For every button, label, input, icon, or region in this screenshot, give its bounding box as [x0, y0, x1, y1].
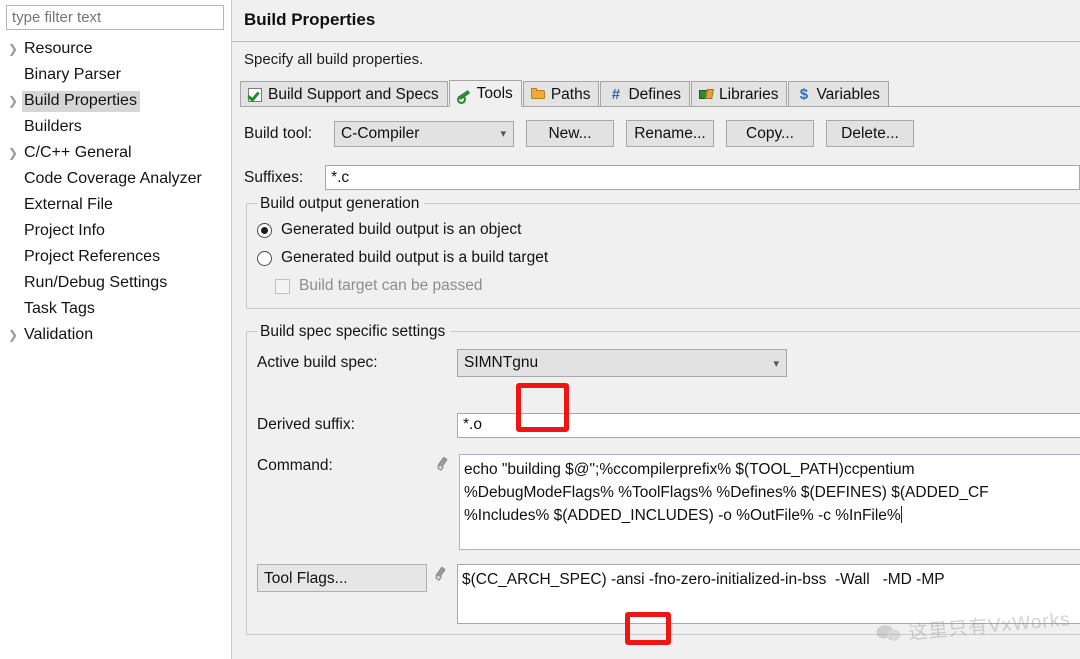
suffixes-row: Suffixes: *.c	[244, 165, 1080, 190]
text-caret	[900, 506, 902, 523]
sidebar-item-c-c-general[interactable]: ❯ C/C++ General	[2, 140, 232, 166]
dollar-icon: $	[799, 86, 809, 103]
sidebar-item-label: External File	[24, 195, 113, 213]
tab-defines[interactable]: # Defines	[600, 81, 691, 107]
active-build-spec-row: Active build spec: SIMNTgnu ▾	[257, 346, 1080, 380]
sidebar-item-label: Validation	[24, 325, 94, 343]
sidebar-item-builders[interactable]: Builders	[2, 114, 232, 140]
expand-arrow-icon[interactable]: ❯	[4, 329, 22, 341]
build-tool-label: Build tool:	[244, 124, 313, 142]
checkbox-build-target-passed: Build target can be passed	[257, 272, 1080, 300]
page-title: Build Properties	[244, 10, 376, 29]
sidebar-item-label: Resource	[24, 39, 93, 57]
pencil-icon[interactable]	[435, 564, 451, 582]
tool-flags-textarea[interactable]: $(CC_ARCH_SPEC) -ansi -fno-zero-initiali…	[457, 564, 1080, 624]
build-tool-select[interactable]: C-Compiler ▾	[334, 120, 514, 147]
tab-build-support-and-specs[interactable]: Build Support and Specs	[240, 81, 448, 107]
tab-label: Tools	[476, 84, 513, 102]
radio-output-object-label: Generated build output is an object	[281, 221, 522, 238]
wrench-icon	[457, 86, 472, 101]
tab-label: Defines	[628, 85, 682, 103]
derived-suffix-row: Derived suffix: *.o	[257, 408, 1080, 442]
tab-libraries[interactable]: Libraries	[691, 81, 788, 107]
radio-button-target-icon	[257, 250, 272, 266]
new-button[interactable]: New...	[526, 120, 614, 147]
sidebar-item-task-tags[interactable]: Task Tags	[2, 296, 232, 322]
checkbox-build-target-passed-label: Build target can be passed	[299, 277, 483, 294]
checkbox-checked-icon	[248, 87, 263, 102]
active-build-spec-select[interactable]: SIMNTgnu ▾	[457, 349, 787, 377]
build-output-generation-group: Build output generation Generated build …	[246, 195, 1080, 309]
hash-icon: #	[611, 86, 621, 103]
sidebar-item-resource[interactable]: ❯ Resource	[2, 36, 232, 62]
sidebar-item-label: Build Properties	[22, 90, 140, 112]
sidebar-item-label: Project Info	[24, 221, 105, 239]
build-properties-page: Build Properties Specify all build prope…	[232, 0, 1080, 659]
active-build-spec-label: Active build spec:	[257, 354, 378, 371]
properties-dialog: ❯ResourceBinary Parser❯Build PropertiesB…	[0, 0, 1080, 659]
derived-suffix-label: Derived suffix:	[257, 416, 355, 433]
settings-tree: ❯ Resource Binary Parser ❯ Build Properties B…	[0, 36, 232, 348]
build-output-generation-title: Build output generation	[257, 195, 425, 213]
build-tool-row: Build tool: C-Compiler ▾ New... Rename..…	[244, 120, 1080, 147]
sidebar-item-label: C/C++ General	[24, 143, 132, 161]
sidebar-item-project-references[interactable]: Project References	[2, 244, 232, 270]
command-label: Command:	[257, 457, 333, 474]
filter-wrapper	[0, 5, 232, 30]
expand-arrow-icon[interactable]: ❯	[4, 147, 22, 159]
sidebar-item-run-debug-settings[interactable]: Run/Debug Settings	[2, 270, 232, 296]
tool-flags-row: Tool Flags... $(CC_ARCH_SPEC) -ansi -fno…	[257, 564, 1080, 624]
chevron-down-icon: ▾	[500, 128, 506, 140]
tab-tools[interactable]: Tools	[448, 80, 522, 107]
chevron-down-icon: ▾	[773, 357, 779, 370]
delete-button[interactable]: Delete...	[826, 120, 914, 147]
sidebar-item-validation[interactable]: ❯ Validation	[2, 322, 232, 348]
tab-label: Libraries	[719, 85, 779, 103]
page-description: Specify all build properties.	[244, 51, 424, 68]
checkbox-icon	[275, 278, 290, 294]
sidebar-item-label: Builders	[24, 117, 82, 135]
tab-variables[interactable]: $ Variables	[788, 81, 889, 107]
sidebar-item-label: Run/Debug Settings	[24, 273, 168, 291]
rename-button[interactable]: Rename...	[626, 120, 714, 147]
sidebar-item-label: Code Coverage Analyzer	[24, 169, 202, 187]
suffixes-label: Suffixes:	[244, 168, 304, 186]
settings-tree-panel: ❯ResourceBinary Parser❯Build PropertiesB…	[0, 0, 232, 659]
sidebar-item-label: Task Tags	[24, 299, 95, 317]
radio-button-object-icon	[257, 222, 272, 238]
pencil-icon[interactable]	[437, 454, 453, 472]
radio-output-target[interactable]: Generated build output is a build target	[257, 244, 1080, 272]
tab-label: Paths	[550, 85, 591, 103]
sidebar-item-build-properties[interactable]: ❯ Build Properties	[2, 88, 232, 114]
tab-paths[interactable]: Paths	[522, 81, 600, 107]
filter-input[interactable]	[6, 5, 224, 30]
tab-bar: Build Support and Specs Tools Paths # Define…	[240, 80, 1080, 107]
suffixes-input[interactable]: *.c	[325, 165, 1080, 190]
sidebar-item-label: Project References	[24, 247, 161, 265]
sidebar-item-label: Binary Parser	[24, 65, 121, 83]
build-tool-value: C-Compiler	[341, 124, 420, 142]
tab-label: Build Support and Specs	[268, 85, 439, 103]
expand-arrow-icon[interactable]: ❯	[4, 95, 22, 107]
tools-tab-content: Build tool: C-Compiler ▾ New... Rename..…	[232, 120, 1080, 635]
derived-suffix-input[interactable]: *.o	[457, 412, 1080, 438]
tab-label: Variables	[816, 85, 880, 103]
build-spec-settings-title: Build spec specific settings	[257, 323, 451, 341]
radio-output-target-label: Generated build output is a build target	[281, 249, 549, 266]
expand-arrow-icon[interactable]: ❯	[4, 43, 22, 55]
command-row: Command: echo "building $@";%ccompilerpr…	[257, 454, 1080, 550]
copy-button[interactable]: Copy...	[726, 120, 814, 147]
tool-flags-button[interactable]: Tool Flags...	[257, 564, 427, 592]
radio-output-object[interactable]: Generated build output is an object	[257, 216, 1080, 244]
folder-icon	[530, 87, 546, 102]
sidebar-item-project-info[interactable]: Project Info	[2, 218, 232, 244]
books-icon	[699, 87, 714, 102]
sidebar-item-code-coverage-analyzer[interactable]: Code Coverage Analyzer	[2, 166, 232, 192]
command-textarea[interactable]: echo "building $@";%ccompilerprefix% $(T…	[459, 454, 1080, 550]
sidebar-item-binary-parser[interactable]: Binary Parser	[2, 62, 232, 88]
active-build-spec-value: SIMNTgnu	[464, 354, 539, 371]
tool-flags-label: Tool Flags...	[264, 569, 348, 587]
sidebar-item-external-file[interactable]: External File	[2, 192, 232, 218]
build-spec-settings-group: Build spec specific settings Active buil…	[246, 323, 1080, 635]
